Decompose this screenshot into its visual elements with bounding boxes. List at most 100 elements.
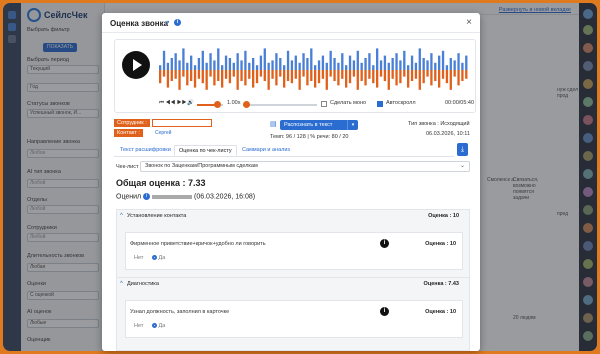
tab-transcript[interactable]: Текст расшифровки xyxy=(116,145,175,156)
wave-bar-bottom xyxy=(302,70,305,77)
mono-checkbox[interactable] xyxy=(321,101,327,107)
recognize-text-button[interactable]: Распознать в текст ▾ xyxy=(280,120,358,130)
volume-icon[interactable]: 🔊 xyxy=(187,100,194,106)
wave-bar-top xyxy=(244,50,247,70)
wave-bar-top xyxy=(341,53,344,70)
wave-bar-bottom xyxy=(376,70,379,88)
wave-bar-top xyxy=(232,62,235,70)
wave-bar-top xyxy=(279,58,282,70)
section-contact: ^ Установление контакта Оценка : 10 Фирм… xyxy=(116,209,470,279)
wave-bar-top xyxy=(426,60,429,70)
wave-bar-bottom xyxy=(403,70,406,77)
wave-bar-top xyxy=(445,65,449,70)
progress-knob[interactable] xyxy=(243,101,250,108)
wave-bar-top xyxy=(461,62,464,70)
playback-speed[interactable]: 1.00x xyxy=(227,100,240,106)
wave-bar-bottom xyxy=(255,70,259,84)
wave-bar-bottom xyxy=(186,70,189,86)
share-icon[interactable]: ↗ xyxy=(164,19,170,27)
option-no[interactable]: Нет xyxy=(134,255,143,261)
option-yes[interactable]: Да xyxy=(152,255,165,261)
wave-bar-bottom xyxy=(426,70,429,77)
radio-selected-icon[interactable] xyxy=(152,323,157,329)
wave-bar-top xyxy=(162,50,166,70)
option-yes[interactable]: Да xyxy=(152,323,165,329)
wave-bar-top xyxy=(407,65,410,70)
autoscroll-checkbox[interactable] xyxy=(377,101,383,107)
wave-bar-bottom xyxy=(306,70,309,86)
modal-header: Оценка звонка ↗ i × xyxy=(102,13,480,33)
radio-selected-icon[interactable] xyxy=(152,255,157,261)
tabs-divider xyxy=(114,156,454,157)
wave-bar-bottom xyxy=(232,70,235,77)
wave-bar-bottom xyxy=(348,70,352,84)
wave-bar-bottom xyxy=(182,70,185,77)
skip-back-icon[interactable]: ⏮ ◀◀ ▶▶ xyxy=(159,100,187,107)
wave-bar-bottom xyxy=(317,70,321,84)
wave-bar-top xyxy=(457,53,460,70)
tab-checklist-score[interactable]: Оценка по чек-листу xyxy=(174,145,237,156)
wave-bar-top xyxy=(271,60,274,70)
criterion-score: Оценка : 10 xyxy=(425,309,456,315)
wave-bar-top xyxy=(283,65,286,70)
wave-bar-bottom xyxy=(213,70,216,86)
wave-bar-bottom xyxy=(205,70,208,90)
wave-bar-top xyxy=(221,65,224,70)
wave-bar-bottom xyxy=(430,70,433,86)
wave-bar-bottom xyxy=(372,70,375,84)
wave-bar-bottom xyxy=(190,70,193,81)
tab-summary[interactable]: Саммари и анализ xyxy=(238,145,294,156)
modal-title: Оценка звонка xyxy=(110,19,169,28)
option-yes-label: Да xyxy=(158,255,166,261)
chevron-up-icon[interactable]: ^ xyxy=(120,210,123,222)
option-no-label: Нет xyxy=(134,255,144,261)
section-header[interactable]: ^ Установление контакта Оценка : 10 xyxy=(117,210,469,222)
chevron-down-icon[interactable]: ▾ xyxy=(347,120,358,130)
call-evaluation-modal: Оценка звонка ↗ i × ⏮ ◀◀ ▶▶ 🔊 1.00x Сдел… xyxy=(102,13,480,351)
wave-bar-bottom xyxy=(244,70,247,86)
wave-bar-bottom xyxy=(434,70,437,81)
section-header[interactable]: ^ Диагностика Оценка : 7.43 xyxy=(117,278,469,290)
wave-bar-bottom xyxy=(290,70,294,84)
play-button[interactable] xyxy=(122,51,150,79)
section-title: Установление контакта xyxy=(127,213,187,219)
wave-bar-top xyxy=(255,65,259,70)
option-no[interactable]: Нет xyxy=(134,323,143,329)
wave-bar-top xyxy=(209,53,212,70)
wave-bar-top xyxy=(193,65,197,70)
wave-bar-top xyxy=(372,65,375,70)
wave-bar-top xyxy=(201,50,204,70)
criterion-question: Фирменное приветствие+кричок+удобно ли г… xyxy=(130,241,266,247)
wave-bar-top xyxy=(290,60,294,70)
document-icon[interactable]: ▤ xyxy=(270,120,277,128)
wave-bar-bottom xyxy=(325,70,328,90)
volume-knob[interactable] xyxy=(213,101,221,108)
contact-value[interactable]: Сергей xyxy=(152,129,212,137)
wave-bar-bottom xyxy=(162,70,166,77)
wave-bar-bottom xyxy=(197,70,201,79)
checklist-select[interactable]: Звонок по Заценкам/Программным сделкам ⌄ xyxy=(140,161,470,172)
wave-bar-bottom xyxy=(391,70,394,79)
wave-bar-bottom xyxy=(399,70,402,84)
wave-bar-top xyxy=(182,48,185,70)
download-button[interactable]: ⤓ xyxy=(457,143,468,156)
wave-bar-bottom xyxy=(252,70,255,88)
info-icon[interactable]: i xyxy=(174,19,181,26)
progress-slider[interactable] xyxy=(243,104,317,106)
criterion-info-icon[interactable]: i xyxy=(380,307,389,316)
wave-bar-top xyxy=(325,62,328,70)
playback-time: 00:00/05:40 xyxy=(445,100,475,106)
section-diagnostics: ^ Диагностика Оценка : 7.43 Узнал должно… xyxy=(116,277,470,351)
checklist-value: Звонок по Заценкам/Программным сделкам xyxy=(145,163,258,169)
evaluator-info-icon[interactable]: i xyxy=(143,193,151,200)
wave-bar-top xyxy=(310,48,313,70)
wave-bar-top xyxy=(356,50,359,70)
wave-bar-top xyxy=(170,58,173,70)
close-button[interactable]: × xyxy=(466,17,472,28)
chevron-up-icon[interactable]: ^ xyxy=(120,278,123,290)
wave-bar-top xyxy=(228,58,232,70)
waveform[interactable] xyxy=(159,44,469,96)
wave-bar-bottom xyxy=(364,70,367,86)
criterion-info-icon[interactable]: i xyxy=(380,239,389,248)
wave-bar-bottom xyxy=(356,70,359,90)
